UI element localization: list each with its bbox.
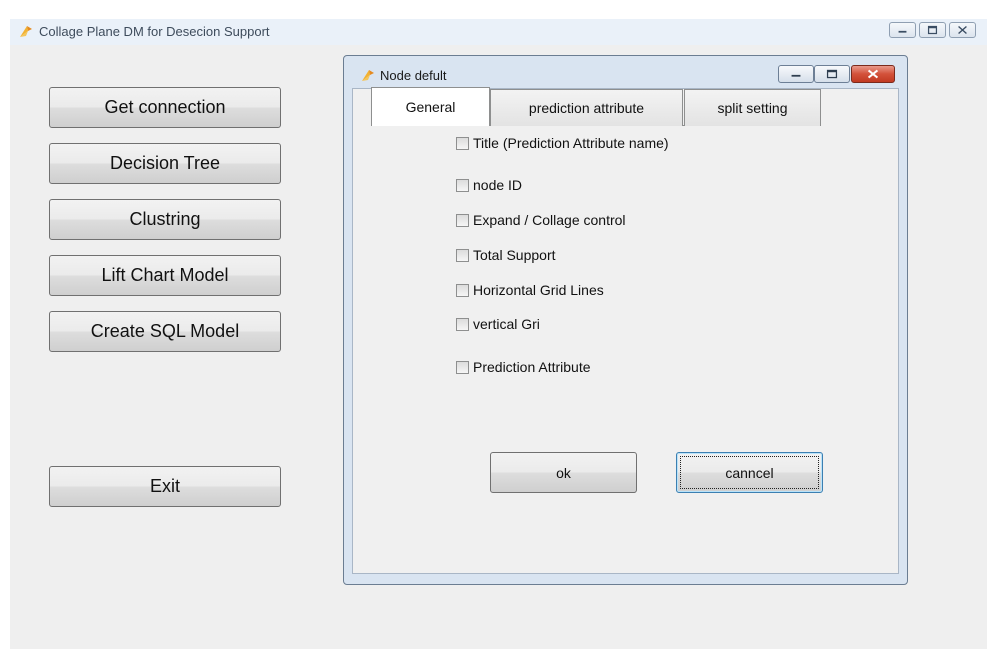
- checkbox-label: Title (Prediction Attribute name): [473, 135, 669, 151]
- button-label: Lift Chart Model: [101, 265, 229, 285]
- app-logo-icon: [20, 26, 32, 37]
- tab-label: General: [405, 99, 456, 115]
- window-title: Collage Plane DM for Desecion Support: [39, 24, 270, 39]
- checkbox[interactable]: [456, 213, 469, 227]
- option-total-support[interactable]: Total Support: [456, 246, 556, 264]
- create-sql-model-button[interactable]: Create SQL Model: [49, 311, 281, 352]
- button-label: Decision Tree: [109, 153, 221, 173]
- dialog-title: Node defult: [380, 68, 447, 83]
- option-vertical-grid-lines[interactable]: vertical Gri: [456, 315, 540, 333]
- minimize-icon: [898, 30, 907, 33]
- option-expand-collage-control[interactable]: Expand / Collage control: [456, 211, 626, 229]
- app-logo-icon: [362, 70, 374, 81]
- checkbox-label: node ID: [473, 177, 523, 193]
- close-icon: [867, 69, 879, 79]
- checkbox-label: Expand / Collage control: [473, 212, 626, 228]
- checkbox[interactable]: [456, 136, 469, 150]
- option-prediction-attribute[interactable]: Prediction Attribute: [456, 358, 591, 376]
- get-connection-button[interactable]: Get connection: [49, 87, 281, 128]
- tab-label: split setting: [717, 100, 788, 116]
- checkbox-label: vertical Gri: [473, 316, 540, 332]
- checkbox-label: Prediction Attribute: [473, 359, 591, 375]
- dialog-caption-buttons: [778, 65, 895, 83]
- maximize-icon: [826, 69, 838, 79]
- tab-prediction-attribute[interactable]: prediction attribute: [490, 89, 683, 126]
- tab-label: prediction attribute: [528, 100, 645, 116]
- maximize-button[interactable]: [919, 22, 946, 38]
- checkbox[interactable]: [456, 283, 469, 297]
- checkbox[interactable]: [456, 178, 469, 192]
- maximize-icon: [927, 25, 938, 35]
- checkbox-label: Horizontal Grid Lines: [473, 282, 604, 298]
- clustring-button[interactable]: Clustring: [49, 199, 281, 240]
- minimize-icon: [791, 74, 801, 77]
- dialog-title-bar[interactable]: Node defult: [344, 56, 907, 88]
- close-icon: [958, 25, 967, 35]
- main-title-bar[interactable]: Collage Plane DM for Desecion Support: [10, 19, 987, 45]
- button-label: ok: [556, 464, 571, 481]
- exit-button[interactable]: Exit: [49, 466, 281, 507]
- checkbox-label: Total Support: [473, 247, 556, 263]
- tab-general[interactable]: General: [371, 87, 490, 126]
- button-label: Get connection: [104, 97, 226, 117]
- dialog-client-area: [352, 88, 899, 574]
- ok-button[interactable]: ok: [490, 452, 637, 493]
- decision-tree-button[interactable]: Decision Tree: [49, 143, 281, 184]
- button-label: Exit: [149, 476, 180, 496]
- focus-rectangle: [680, 456, 819, 489]
- dialog-minimize-button[interactable]: [778, 65, 814, 83]
- checkbox[interactable]: [456, 248, 469, 262]
- cancel-button[interactable]: canncel: [676, 452, 823, 493]
- close-button[interactable]: [949, 22, 976, 38]
- option-horizontal-grid-lines[interactable]: Horizontal Grid Lines: [456, 281, 604, 299]
- dialog-close-button[interactable]: [851, 65, 895, 83]
- button-label: Create SQL Model: [90, 321, 240, 341]
- tab-split-setting[interactable]: split setting: [684, 89, 821, 126]
- option-title-prediction-attribute-name[interactable]: Title (Prediction Attribute name): [456, 134, 669, 152]
- checkbox[interactable]: [456, 360, 469, 374]
- dialog-maximize-button[interactable]: [814, 65, 850, 83]
- checkbox[interactable]: [456, 317, 469, 331]
- option-node-id[interactable]: node ID: [456, 176, 522, 194]
- button-label: Clustring: [129, 209, 201, 229]
- lift-chart-model-button[interactable]: Lift Chart Model: [49, 255, 281, 296]
- minimize-button[interactable]: [889, 22, 916, 38]
